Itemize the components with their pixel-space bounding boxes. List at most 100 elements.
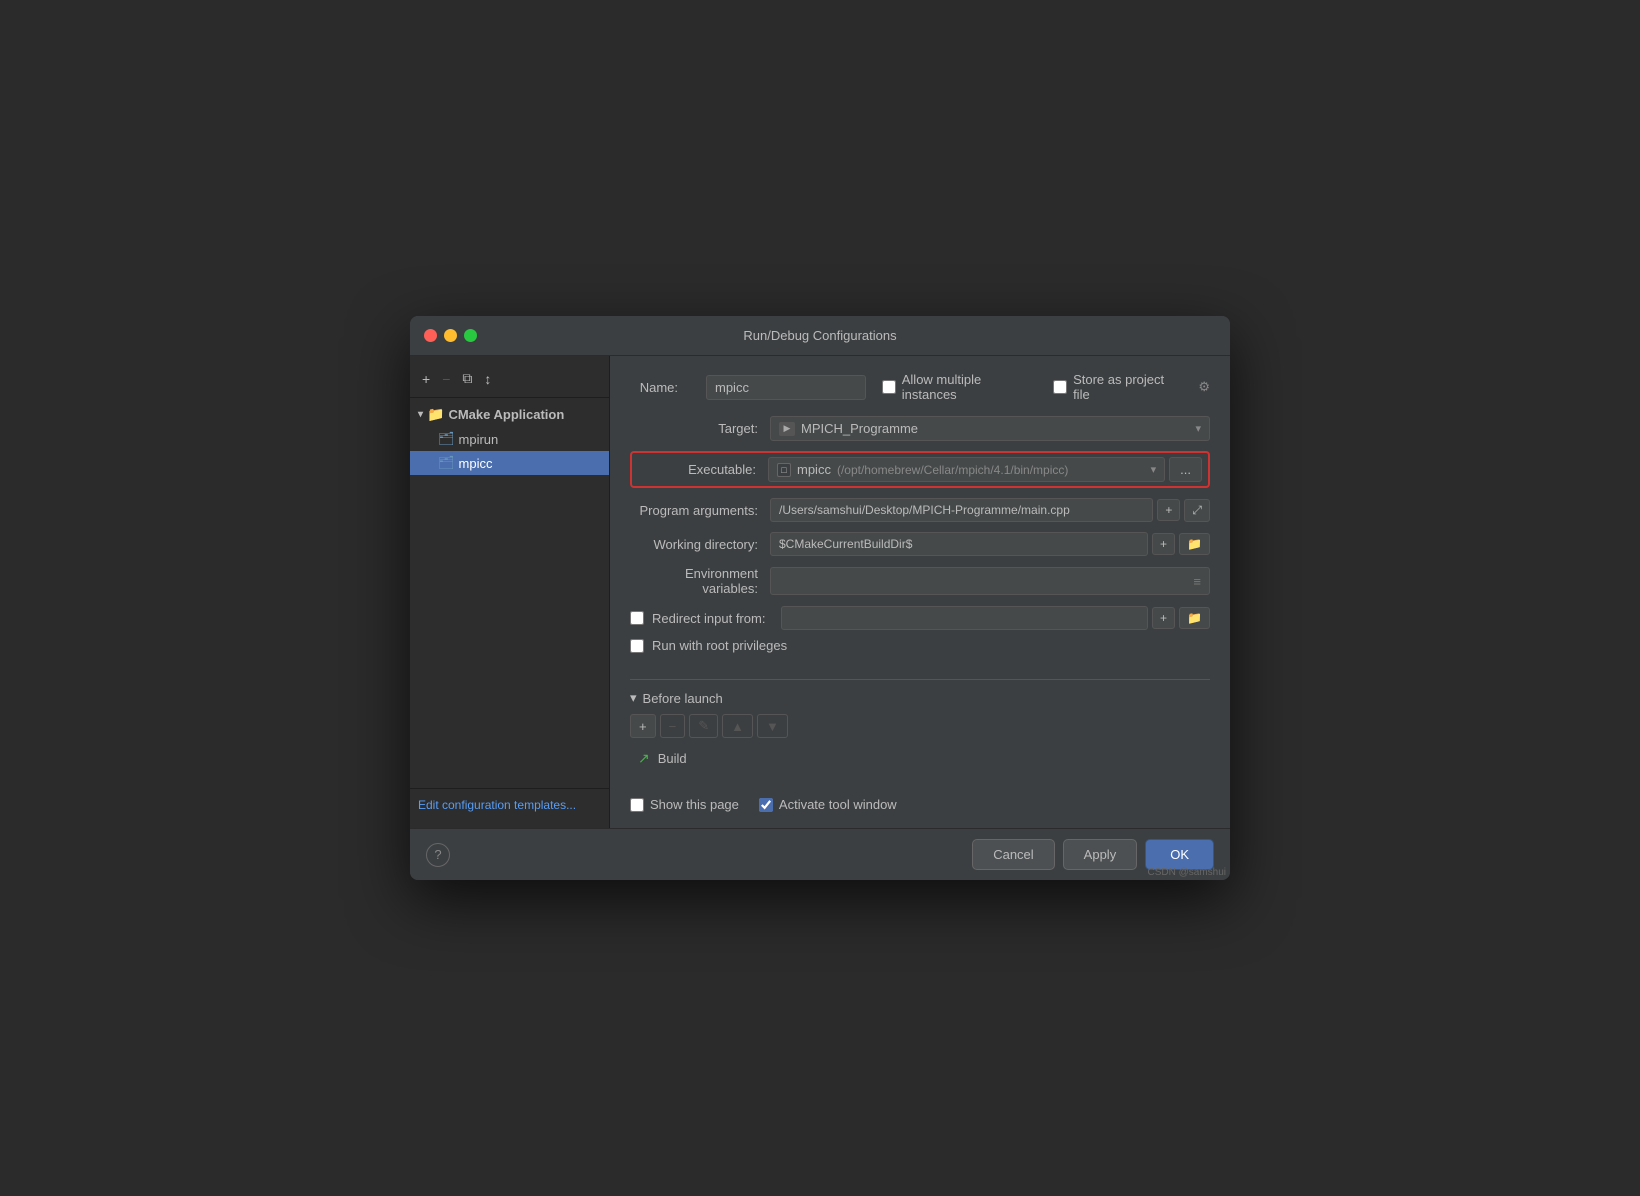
target-label: Target:: [630, 421, 770, 436]
executable-browse-button[interactable]: ...: [1169, 457, 1202, 482]
store-project-checkbox[interactable]: [1053, 380, 1067, 394]
exe-file-icon: □: [777, 463, 791, 477]
redirect-input-row: Redirect input from: + 📁: [630, 606, 1210, 630]
copy-config-button[interactable]: ⧉: [458, 368, 476, 389]
program-args-label: Program arguments:: [630, 503, 770, 518]
edit-templates-link[interactable]: Edit configuration templates...: [418, 798, 576, 812]
show-page-checkbox[interactable]: [630, 798, 644, 812]
divider: [630, 679, 1210, 680]
program-args-input[interactable]: [770, 498, 1153, 522]
redirect-input-label: Redirect input from:: [652, 611, 765, 626]
before-launch-add-button[interactable]: +: [630, 714, 656, 738]
program-args-expand-button[interactable]: ⤢: [1184, 499, 1210, 522]
env-edit-icon[interactable]: ≡: [1193, 574, 1201, 589]
watermark: CSDN @samshui: [1147, 867, 1226, 878]
title-bar: Run/Debug Configurations: [410, 316, 1230, 356]
executable-text: □ mpicc (/opt/homebrew/Cellar/mpich/4.1/…: [777, 462, 1068, 477]
before-launch-up-button[interactable]: ▲: [722, 714, 753, 738]
executable-row: Executable: □ mpicc (/opt/homebrew/Cella…: [630, 451, 1210, 488]
activate-window-label: Activate tool window: [779, 797, 897, 812]
show-page-checkbox-item[interactable]: Show this page: [630, 797, 739, 812]
name-input[interactable]: [706, 375, 866, 400]
sidebar-item-mpirun[interactable]: 🗂 mpirun: [410, 427, 609, 451]
add-config-button[interactable]: +: [418, 369, 434, 389]
activate-window-checkbox-item[interactable]: Activate tool window: [759, 797, 897, 812]
bottom-options: Show this page Activate tool window: [630, 797, 1210, 812]
program-args-add-button[interactable]: +: [1157, 499, 1180, 521]
executable-name: mpicc: [797, 462, 831, 477]
run-debug-dialog: Run/Debug Configurations + − ⧉ ↕ ▾ 📁 CMa…: [410, 316, 1230, 880]
folder-icon: 📁: [427, 406, 444, 423]
target-select[interactable]: ▶ MPICH_Programme ▾: [770, 416, 1210, 441]
working-dir-browse-button[interactable]: 📁: [1179, 533, 1210, 555]
remove-config-button[interactable]: −: [438, 369, 454, 389]
sidebar-footer: Edit configuration templates...: [410, 788, 609, 820]
working-dir-input-group: + 📁: [770, 532, 1210, 556]
footer-right: Cancel Apply OK: [972, 839, 1214, 870]
cmake-application-group: ▾ 📁 CMake Application 🗂 mpirun 🗂 mpicc: [410, 402, 609, 475]
exe-dropdown-arrow: ▾: [1151, 463, 1157, 476]
cmake-application-header[interactable]: ▾ 📁 CMake Application: [410, 402, 609, 427]
redirect-add-button[interactable]: +: [1152, 607, 1175, 629]
target-file-icon: ▶: [779, 422, 795, 436]
store-project-label: Store as project file: [1073, 372, 1182, 402]
allow-multiple-label: Allow multiple instances: [902, 372, 1038, 402]
sidebar-item-mpirun-label: mpirun: [459, 432, 499, 447]
before-launch-remove-button[interactable]: −: [660, 714, 686, 738]
maximize-button[interactable]: [464, 329, 477, 342]
main-panel: Name: Allow multiple instances Store as …: [610, 356, 1230, 828]
close-button[interactable]: [424, 329, 437, 342]
target-dropdown-arrow: ▾: [1195, 422, 1201, 435]
allow-multiple-checkbox[interactable]: [882, 380, 896, 394]
working-dir-label: Working directory:: [630, 537, 770, 552]
ok-button[interactable]: OK: [1145, 839, 1214, 870]
redirect-browse-button[interactable]: 📁: [1179, 607, 1210, 629]
before-launch-edit-button[interactable]: ✎: [689, 714, 718, 738]
before-launch-label: Before launch: [643, 691, 723, 706]
before-launch-section: ▾ Before launch + − ✎ ▲ ▼ ↗ Build: [630, 690, 1210, 775]
show-page-label: Show this page: [650, 797, 739, 812]
working-dir-row: Working directory: + 📁: [630, 532, 1210, 556]
target-row: Target: ▶ MPICH_Programme ▾: [630, 416, 1210, 441]
cmake-application-label: CMake Application: [448, 407, 564, 422]
checkbox-group: Allow multiple instances Store as projec…: [882, 372, 1210, 402]
help-button[interactable]: ?: [426, 843, 450, 867]
traffic-lights: [424, 329, 477, 342]
run-root-label: Run with root privileges: [652, 638, 787, 653]
program-args-input-group: + ⤢: [770, 498, 1210, 522]
cancel-button[interactable]: Cancel: [972, 839, 1054, 870]
executable-select[interactable]: □ mpicc (/opt/homebrew/Cellar/mpich/4.1/…: [768, 457, 1165, 482]
working-dir-input[interactable]: [770, 532, 1148, 556]
name-row: Name: Allow multiple instances Store as …: [630, 372, 1210, 402]
activate-window-checkbox[interactable]: [759, 798, 773, 812]
sidebar: + − ⧉ ↕ ▾ 📁 CMake Application 🗂 mpirun 🗂…: [410, 356, 610, 828]
build-arrow-icon: ↗: [638, 750, 650, 767]
program-args-row: Program arguments: + ⤢: [630, 498, 1210, 522]
apply-button[interactable]: Apply: [1063, 839, 1138, 870]
sidebar-item-mpicc-label: mpicc: [459, 456, 493, 471]
before-launch-down-button[interactable]: ▼: [757, 714, 788, 738]
working-dir-add-button[interactable]: +: [1152, 533, 1175, 555]
allow-multiple-checkbox-item[interactable]: Allow multiple instances: [882, 372, 1037, 402]
config-file-icon: 🗂: [438, 431, 455, 447]
sort-config-button[interactable]: ↕: [480, 369, 495, 389]
sidebar-item-mpicc[interactable]: 🗂 mpicc: [410, 451, 609, 475]
name-label: Name:: [630, 380, 690, 395]
target-select-left: ▶ MPICH_Programme: [779, 421, 918, 436]
minimize-button[interactable]: [444, 329, 457, 342]
redirect-input-checkbox[interactable]: [630, 611, 644, 625]
footer: ? Cancel Apply OK CSDN @samshui: [410, 828, 1230, 880]
run-root-checkbox[interactable]: [630, 639, 644, 653]
env-vars-input[interactable]: ≡: [770, 567, 1210, 595]
store-project-checkbox-item[interactable]: Store as project file: [1053, 372, 1182, 402]
build-item: ↗ Build: [630, 746, 1210, 771]
footer-left: ?: [426, 843, 450, 867]
gear-icon[interactable]: ⚙: [1198, 379, 1210, 395]
env-vars-row: Environment variables: ≡: [630, 566, 1210, 596]
env-vars-label: Environment variables:: [630, 566, 770, 596]
redirect-input-group: + 📁: [781, 606, 1210, 630]
chevron-down-icon: ▾: [418, 409, 423, 420]
executable-label: Executable:: [638, 462, 768, 477]
redirect-input-field[interactable]: [781, 606, 1148, 630]
before-launch-header[interactable]: ▾ Before launch: [630, 690, 1210, 706]
